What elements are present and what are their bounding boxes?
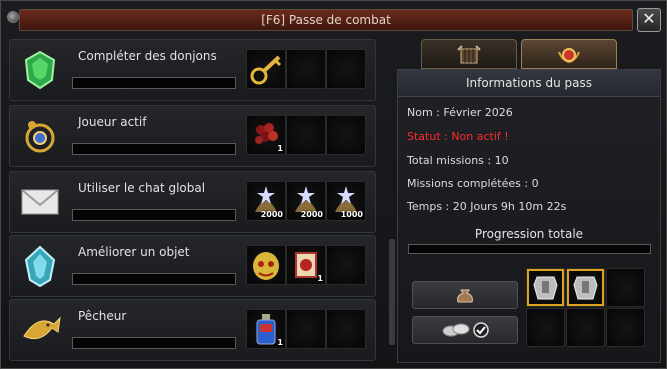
final-reward-slot[interactable] [606, 268, 645, 307]
reward-slot[interactable] [326, 115, 366, 155]
title-bar[interactable]: [F6] Passe de combat [19, 9, 633, 31]
battle-pass-window: [F6] Passe de combat ✕ Compléter des don… [0, 0, 667, 369]
coins-check-icon [442, 322, 489, 338]
total-missions: Total missions : 10 [407, 154, 509, 167]
mission-scrollbar[interactable] [389, 239, 395, 345]
reward-slot[interactable] [326, 309, 366, 349]
medal-icon [558, 48, 580, 63]
reward-count: 1 [277, 144, 283, 153]
window-ornament-icon [7, 11, 19, 23]
reward-slot[interactable] [286, 49, 326, 89]
info-header: Informations du pass [398, 70, 660, 97]
mission-label: Compléter des donjons [78, 49, 217, 63]
reward-count: 2000 [260, 210, 283, 219]
mission-list: Compléter des donjons Joueur actif 1 Uti… [9, 39, 395, 364]
pass-status: Statut : Non actif ! [407, 130, 509, 143]
final-reward-slot[interactable] [566, 268, 605, 307]
gold-key-icon [250, 55, 282, 85]
completed-missions: Missions complétées : 0 [407, 177, 539, 190]
reward-slot[interactable] [246, 245, 286, 285]
mission-label: Joueur actif [78, 115, 147, 129]
final-reward-slot[interactable] [526, 308, 565, 347]
mission-progress-bar [72, 209, 236, 221]
total-progress-bar [408, 244, 651, 254]
reward-count: 1000 [340, 210, 363, 219]
final-reward-slot[interactable] [526, 268, 565, 307]
mission-label: Améliorer un objet [78, 245, 190, 259]
reward-slot[interactable]: 1 [246, 309, 286, 349]
money-bag-button[interactable] [412, 281, 518, 309]
coins-confirm-button[interactable] [412, 316, 518, 344]
money-bag-icon [457, 289, 473, 303]
mission-label: Pêcheur [78, 309, 127, 323]
final-reward-slot[interactable] [606, 308, 645, 347]
reward-slot[interactable] [246, 49, 286, 89]
reward-slot[interactable]: 1 [246, 115, 286, 155]
armor-set-icon [527, 269, 564, 306]
reward-slot[interactable] [326, 245, 366, 285]
blue-crystal-icon [16, 242, 64, 290]
close-button[interactable]: ✕ [637, 8, 661, 32]
mission-row[interactable]: Joueur actif 1 [9, 105, 376, 167]
reward-slot[interactable]: 1000 [326, 181, 366, 221]
info-header-title: Informations du pass [465, 76, 593, 90]
green-gem-icon [16, 46, 64, 94]
reward-slot[interactable]: 1 [286, 245, 326, 285]
mission-progress-bar [72, 273, 236, 285]
total-progress-label: Progression totale [474, 227, 584, 241]
dungeon-gate-icon [457, 45, 481, 64]
tab-gate[interactable] [421, 39, 517, 69]
reward-count: 1 [317, 274, 323, 283]
mission-row[interactable]: Compléter des donjons [9, 39, 376, 101]
reward-count: 2000 [300, 210, 323, 219]
mission-row[interactable]: Pêcheur 1 [9, 299, 376, 361]
armor-set-icon [567, 269, 604, 306]
gold-amulet-icon [16, 112, 64, 160]
mission-progress-bar [72, 337, 236, 349]
final-reward-slot[interactable] [566, 308, 605, 347]
mission-progress-bar [72, 143, 236, 155]
reward-slot[interactable] [326, 49, 366, 89]
reward-count: 1 [277, 338, 283, 347]
golden-fish-icon [16, 306, 64, 354]
golden-mask-icon [253, 252, 279, 280]
pass-name: Nom : Février 2026 [407, 106, 513, 119]
window-title: [F6] Passe de combat [261, 13, 391, 27]
reward-slot[interactable]: 2000 [246, 181, 286, 221]
mission-row[interactable]: Utiliser le chat global 2000 2000 1000 [9, 171, 376, 233]
reward-slot[interactable] [286, 309, 326, 349]
mission-progress-bar [72, 77, 236, 89]
reward-slot[interactable]: 2000 [286, 181, 326, 221]
envelope-icon [16, 178, 64, 226]
mission-row[interactable]: Améliorer un objet 1 [9, 235, 376, 297]
tab-medal[interactable] [521, 39, 617, 69]
time-remaining: Temps : 20 Jours 9h 10m 22s [407, 200, 567, 213]
reward-slot[interactable] [286, 115, 326, 155]
mission-label: Utiliser le chat global [78, 181, 206, 195]
pass-info-panel: Informations du pass Nom : Février 2026 … [397, 69, 661, 363]
